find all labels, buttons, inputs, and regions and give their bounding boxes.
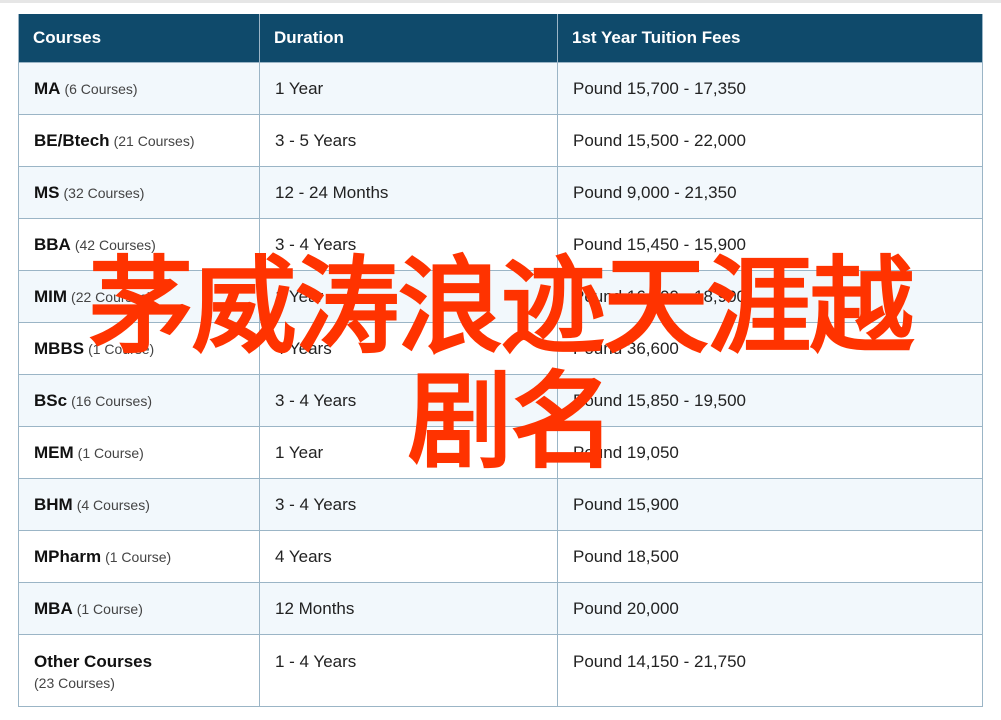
duration-cell: 4 Years	[259, 322, 558, 375]
duration-cell: 1 Year	[259, 426, 558, 479]
table-row: MBA (1 Course) 12 Months Pound 20,000	[18, 582, 983, 635]
course-name[interactable]: MA	[34, 79, 60, 98]
course-name[interactable]: MBBS	[34, 339, 84, 358]
table-row: MPharm (1 Course) 4 Years Pound 18,500	[18, 530, 983, 583]
fee-cell: Pound 19,050	[557, 426, 983, 479]
duration-cell: 3 - 4 Years	[259, 374, 558, 427]
course-cell: MEM (1 Course)	[18, 426, 260, 479]
duration-cell: 1 Year	[259, 62, 558, 115]
course-cell: Other Courses (23 Courses)	[18, 634, 260, 707]
table-row: Other Courses (23 Courses) 1 - 4 Years Po…	[18, 634, 983, 707]
course-count: (1 Course)	[105, 548, 172, 565]
course-name[interactable]: Other Courses	[34, 652, 152, 671]
course-cell: MA (6 Courses)	[18, 62, 260, 115]
page: Courses Duration 1st Year Tuition Fees M…	[0, 0, 1001, 720]
duration-cell: 12 - 24 Months	[259, 166, 558, 219]
fee-cell: Pound 36,600	[557, 322, 983, 375]
course-name[interactable]: BE/Btech	[34, 131, 110, 150]
table-row: MS (32 Courses) 12 - 24 Months Pound 9,00…	[18, 166, 983, 219]
course-count: (1 Course)	[77, 444, 144, 461]
course-count: (1 Course)	[76, 600, 143, 617]
table-row: BSc (16 Courses) 3 - 4 Years Pound 15,850…	[18, 374, 983, 427]
table-header-row: Courses Duration 1st Year Tuition Fees	[18, 14, 983, 63]
table-row: MIM (22 Courses) 1 Year Pound 16,400 - 18…	[18, 270, 983, 323]
fee-cell: Pound 18,500	[557, 530, 983, 583]
course-count: (22 Courses)	[71, 288, 152, 305]
table-row: MBBS (1 Course) 4 Years Pound 36,600	[18, 322, 983, 375]
course-cell: MPharm (1 Course)	[18, 530, 260, 583]
course-name[interactable]: BBA	[34, 235, 71, 254]
course-count: (6 Courses)	[64, 80, 138, 97]
header-courses: Courses	[18, 14, 260, 63]
fee-cell: Pound 15,850 - 19,500	[557, 374, 983, 427]
fee-cell: Pound 15,500 - 22,000	[557, 114, 983, 167]
table-row: BE/Btech (21 Courses) 3 - 5 Years Pound 1…	[18, 114, 983, 167]
course-name[interactable]: MBA	[34, 599, 73, 618]
top-divider	[0, 0, 1001, 3]
course-name[interactable]: BSc	[34, 391, 67, 410]
course-name[interactable]: MEM	[34, 443, 74, 462]
course-cell: BSc (16 Courses)	[18, 374, 260, 427]
course-cell: BBA (42 Courses)	[18, 218, 260, 271]
course-name[interactable]: BHM	[34, 495, 73, 514]
fee-cell: Pound 16,400 - 18,900	[557, 270, 983, 323]
table-row: MA (6 Courses) 1 Year Pound 15,700 - 17,3…	[18, 62, 983, 115]
duration-cell: 12 Months	[259, 582, 558, 635]
course-count: (1 Course)	[88, 340, 155, 357]
header-tuition-fees: 1st Year Tuition Fees	[557, 14, 983, 63]
course-count: (32 Courses)	[63, 184, 145, 201]
course-count: (4 Courses)	[76, 496, 150, 513]
fee-cell: Pound 9,000 - 21,350	[557, 166, 983, 219]
course-count: (23 Courses)	[34, 675, 115, 691]
duration-cell: 1 - 4 Years	[259, 634, 558, 707]
table-row: BHM (4 Courses) 3 - 4 Years Pound 15,900	[18, 478, 983, 531]
table-row: MEM (1 Course) 1 Year Pound 19,050	[18, 426, 983, 479]
duration-cell: 3 - 5 Years	[259, 114, 558, 167]
fee-cell: Pound 15,900	[557, 478, 983, 531]
course-count: (21 Courses)	[113, 132, 195, 149]
table-row: BBA (42 Courses) 3 - 4 Years Pound 15,450…	[18, 218, 983, 271]
course-count: (16 Courses)	[71, 392, 152, 409]
duration-cell: 3 - 4 Years	[259, 218, 558, 271]
course-fees-table: Courses Duration 1st Year Tuition Fees M…	[18, 14, 983, 707]
duration-cell: 4 Years	[259, 530, 558, 583]
course-name[interactable]: MPharm	[34, 547, 101, 566]
header-duration: Duration	[259, 14, 558, 63]
course-cell: BE/Btech (21 Courses)	[18, 114, 260, 167]
fee-cell: Pound 14,150 - 21,750	[557, 634, 983, 707]
course-cell: MS (32 Courses)	[18, 166, 260, 219]
course-name[interactable]: MS	[34, 183, 60, 202]
course-cell: BHM (4 Courses)	[18, 478, 260, 531]
fee-cell: Pound 15,450 - 15,900	[557, 218, 983, 271]
course-count: (42 Courses)	[74, 236, 156, 253]
course-cell: MBA (1 Course)	[18, 582, 260, 635]
course-cell: MIM (22 Courses)	[18, 270, 260, 323]
duration-cell: 1 Year	[259, 270, 558, 323]
duration-cell: 3 - 4 Years	[259, 478, 558, 531]
fee-cell: Pound 15,700 - 17,350	[557, 62, 983, 115]
fee-cell: Pound 20,000	[557, 582, 983, 635]
course-cell: MBBS (1 Course)	[18, 322, 260, 375]
course-name[interactable]: MIM	[34, 287, 67, 306]
